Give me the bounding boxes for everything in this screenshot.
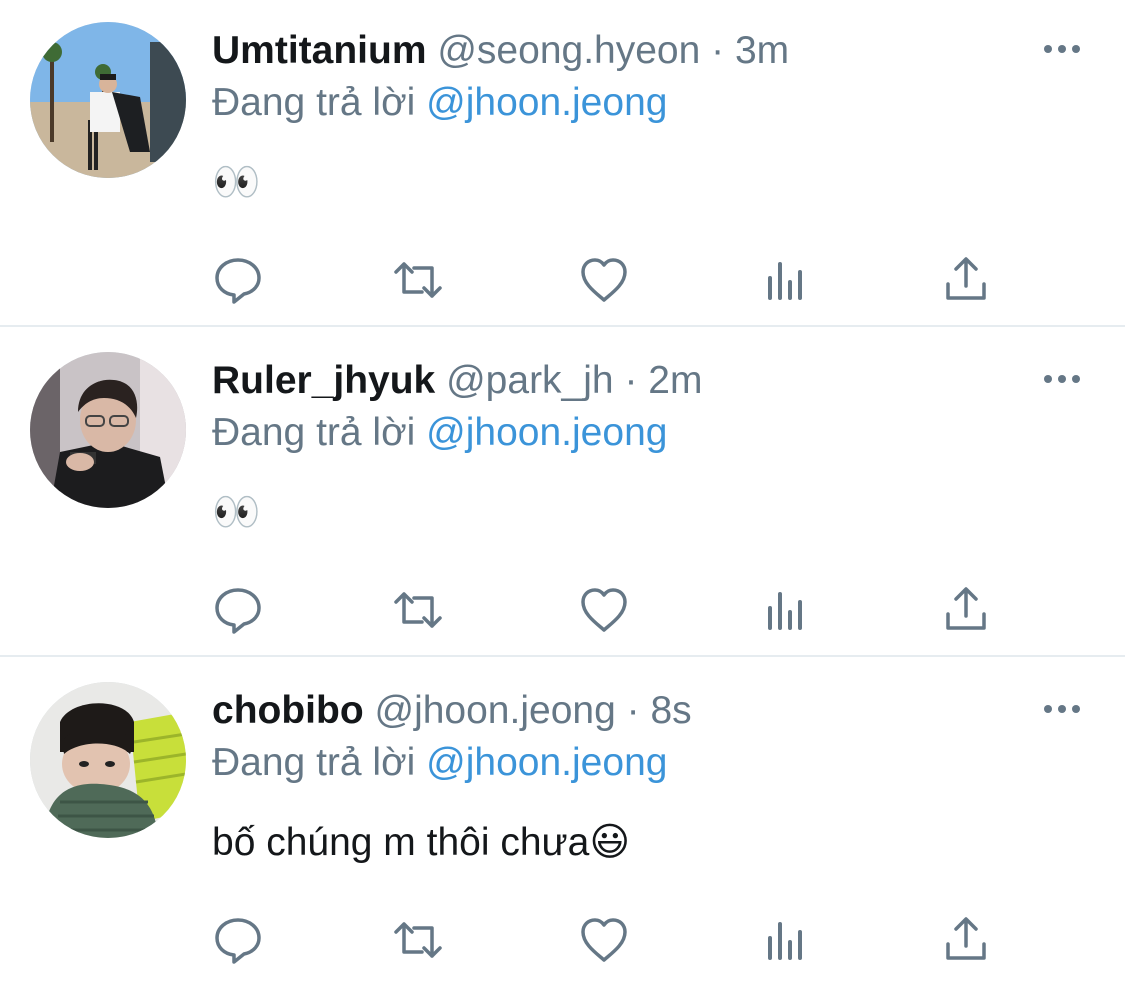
tweet-header: chobibo @jhoon.jeong · 8s <box>212 686 692 736</box>
avatar-photo <box>30 22 186 178</box>
separator-dot: · <box>626 689 640 732</box>
replying-to: Đang trả lời @jhoon.jeong <box>212 408 667 458</box>
replying-to: Đang trả lời @jhoon.jeong <box>212 738 667 788</box>
timestamp[interactable]: 2m <box>648 359 702 402</box>
more-horizontal-icon[interactable] <box>1040 696 1084 722</box>
timestamp[interactable]: 8s <box>650 689 691 732</box>
tweet[interactable]: chobibo @jhoon.jeong · 8s Đang trả lời @… <box>0 660 1125 985</box>
tweet-text: 👀 <box>212 161 261 204</box>
replying-prefix: Đang trả lời <box>212 411 416 454</box>
heart-icon[interactable] <box>578 254 630 306</box>
tweet[interactable]: Umtitanium @seong.hyeon · 3m Đang trả lờ… <box>0 0 1125 330</box>
tweet-text: bố chúng m thôi chưa😃 <box>212 821 630 864</box>
user-handle[interactable]: @park_jh <box>446 359 614 402</box>
action-bar <box>0 910 1125 970</box>
retweet-icon[interactable] <box>392 584 444 636</box>
replying-to: Đang trả lời @jhoon.jeong <box>212 78 667 128</box>
avatar-photo <box>30 682 186 838</box>
separator-dot: · <box>624 359 638 402</box>
tweet-header: Umtitanium @seong.hyeon · 3m <box>212 26 789 76</box>
display-name[interactable]: chobibo <box>212 689 364 732</box>
share-icon[interactable] <box>940 584 992 636</box>
views-bar-chart-icon[interactable] <box>760 254 812 306</box>
heart-icon[interactable] <box>578 914 630 966</box>
display-name[interactable]: Umtitanium <box>212 29 427 72</box>
avatar[interactable] <box>30 22 186 178</box>
reply-icon[interactable] <box>212 914 264 966</box>
avatar-photo <box>30 352 186 508</box>
reply-icon[interactable] <box>212 254 264 306</box>
retweet-icon[interactable] <box>392 914 444 966</box>
views-bar-chart-icon[interactable] <box>760 914 812 966</box>
user-handle[interactable]: @jhoon.jeong <box>374 689 615 732</box>
tweet-divider <box>0 655 1125 657</box>
mention-link[interactable]: @jhoon.jeong <box>426 741 667 784</box>
views-bar-chart-icon[interactable] <box>760 584 812 636</box>
more-horizontal-icon[interactable] <box>1040 366 1084 392</box>
reply-icon[interactable] <box>212 584 264 636</box>
tweet[interactable]: Ruler_jhyuk @park_jh · 2m Đang trả lời @… <box>0 330 1125 660</box>
replying-prefix: Đang trả lời <box>212 81 416 124</box>
tweet-header: Ruler_jhyuk @park_jh · 2m <box>212 356 702 406</box>
replying-prefix: Đang trả lời <box>212 741 416 784</box>
avatar[interactable] <box>30 682 186 838</box>
retweet-icon[interactable] <box>392 254 444 306</box>
tweet-divider <box>0 325 1125 327</box>
tweet-text: 👀 <box>212 491 261 534</box>
display-name[interactable]: Ruler_jhyuk <box>212 359 435 402</box>
action-bar <box>0 580 1125 640</box>
avatar[interactable] <box>30 352 186 508</box>
share-icon[interactable] <box>940 254 992 306</box>
action-bar <box>0 250 1125 310</box>
user-handle[interactable]: @seong.hyeon <box>437 29 700 72</box>
timestamp[interactable]: 3m <box>735 29 789 72</box>
mention-link[interactable]: @jhoon.jeong <box>426 81 667 124</box>
heart-icon[interactable] <box>578 584 630 636</box>
mention-link[interactable]: @jhoon.jeong <box>426 411 667 454</box>
more-horizontal-icon[interactable] <box>1040 36 1084 62</box>
share-icon[interactable] <box>940 914 992 966</box>
separator-dot: · <box>711 29 725 72</box>
